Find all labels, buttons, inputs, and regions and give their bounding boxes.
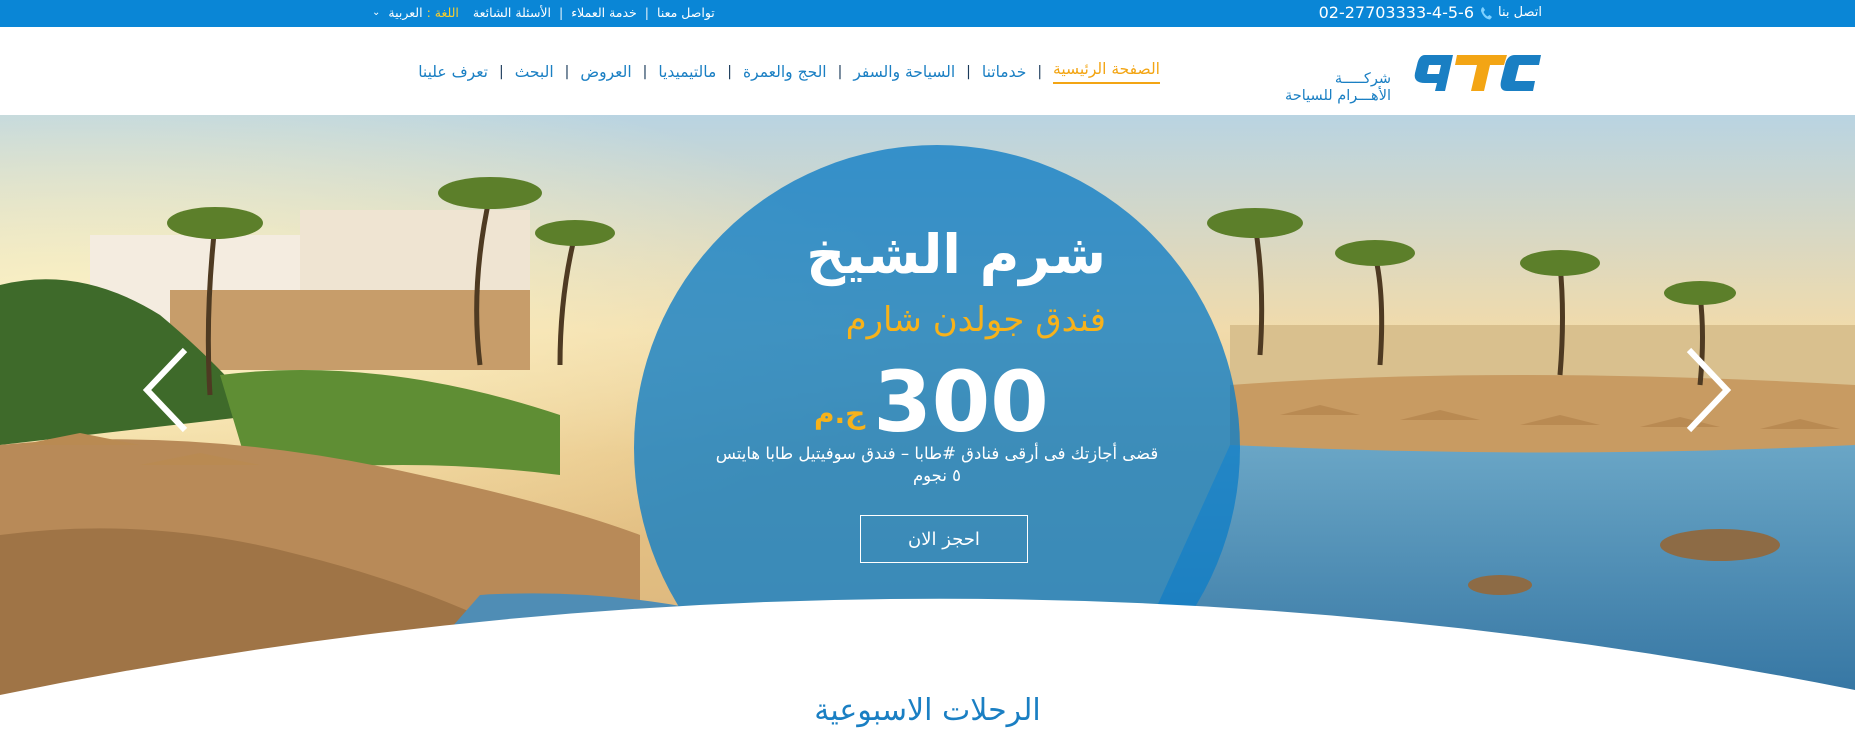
divider: |	[498, 64, 504, 80]
link-customer-service[interactable]: خدمة العملاء	[571, 5, 637, 20]
link-contact-us[interactable]: تواصل معنا	[657, 5, 715, 20]
chevron-left-icon[interactable]	[140, 345, 190, 435]
nav-item-tourism[interactable]: السياحة والسفر	[853, 63, 955, 81]
top-bar: اتصل بنا 02-27703333-4-5-6 تواصل معنا | …	[0, 0, 1855, 27]
phone-number: 02-27703333-4-5-6	[1318, 3, 1475, 22]
nav-item-search[interactable]: البحث	[515, 63, 554, 81]
divider: |	[642, 64, 648, 80]
book-now-button[interactable]: احجز الان	[860, 515, 1028, 563]
divider: |	[644, 5, 650, 20]
promo-currency: ج.م	[814, 397, 866, 430]
contact-phone[interactable]: اتصل بنا 02-27703333-4-5-6	[1319, 3, 1542, 22]
brand-line-2: الأهـــرام للسياحة	[1285, 88, 1391, 104]
contact-label: اتصل بنا	[1498, 5, 1542, 20]
nav-item-about[interactable]: تعرف علينا	[418, 63, 488, 81]
link-faq[interactable]: الأسئلة الشائعة	[473, 5, 551, 20]
promo-price: ج.م 300	[814, 360, 1049, 444]
language-value: العربية	[388, 5, 423, 20]
brand-name: شركـــــة الأهـــرام للسياحة	[1285, 71, 1391, 105]
nav-item-home[interactable]: الصفحة الرئيسية	[1053, 60, 1160, 84]
nav-item-offers[interactable]: العروض	[580, 63, 631, 81]
site-header: شركـــــة الأهـــرام للسياحة الصفحة الرئ…	[0, 27, 1855, 115]
brand-line-1: شركـــــة	[1334, 71, 1391, 87]
weekly-trips-title: الرحلات الاسبوعية	[814, 693, 1041, 728]
promo-description: قضى أجازتك فى أرقى فنادق #طابا – فندق سو…	[715, 444, 1159, 485]
promo-hotel: فندق جولدن شارم	[845, 300, 1106, 340]
language-label: اللغة :	[426, 5, 459, 20]
divider: |	[1037, 64, 1043, 80]
phone-icon	[1480, 6, 1493, 20]
atc-logo-icon	[1414, 55, 1541, 91]
brand-logo[interactable]: شركـــــة الأهـــرام للسياحة	[1253, 43, 1543, 105]
promo-price-value: 300	[873, 353, 1049, 451]
language-selector[interactable]: اللغة : العربية ⌄	[372, 5, 459, 20]
divider: |	[559, 5, 564, 20]
top-links: تواصل معنا | خدمة العملاء | الأسئلة الشا…	[372, 5, 715, 20]
promo-destination: شرم الشيخ	[806, 223, 1106, 286]
hero-slider: شرم الشيخ فندق جولدن شارم ج.م 300 قضى أج…	[0, 115, 1855, 732]
chevron-right-icon[interactable]	[1684, 345, 1734, 435]
nav-item-services[interactable]: خدماتنا	[982, 63, 1026, 81]
chevron-down-icon: ⌄	[372, 7, 381, 18]
main-nav: الصفحة الرئيسية | خدماتنا | السياحة والس…	[380, 60, 1160, 84]
divider: |	[837, 64, 843, 80]
nav-item-multimedia[interactable]: مالتيميديا	[658, 63, 716, 81]
divider: |	[966, 64, 971, 80]
nav-item-hajj[interactable]: الحج والعمرة	[743, 63, 827, 81]
divider: |	[564, 64, 570, 80]
divider: |	[727, 64, 733, 80]
